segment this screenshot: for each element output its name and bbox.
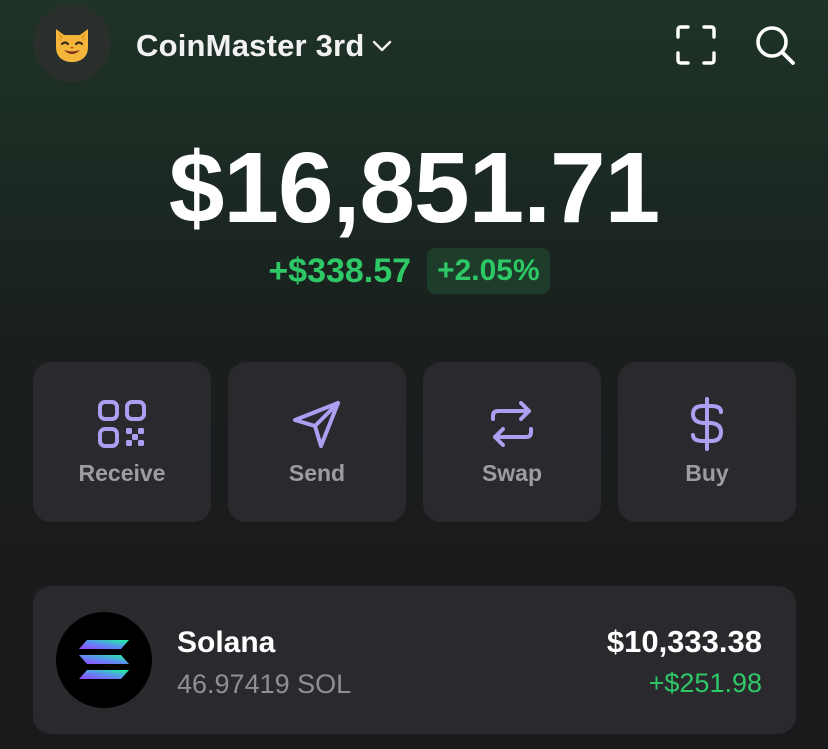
scan-frame-icon (676, 25, 716, 65)
search-button[interactable] (752, 22, 798, 68)
receive-label: Receive (78, 460, 166, 486)
token-row-solana[interactable]: Solana 46.97419 SOL $10,333.38 +$251.98 (33, 586, 796, 734)
token-change: +$251.98 (648, 668, 762, 698)
header: CoinMaster 3rd (0, 0, 828, 90)
balance-change: +$338.57 +2.05% (0, 248, 828, 294)
cat-face-icon (56, 29, 88, 62)
send-label: Send (288, 460, 346, 486)
send-button[interactable]: Send (228, 362, 406, 522)
action-buttons: Receive Send Swap Buy (33, 362, 796, 522)
token-value: $10,333.38 (606, 624, 762, 659)
buy-button[interactable]: Buy (618, 362, 796, 522)
account-name: CoinMaster 3rd (136, 28, 365, 63)
token-amount: 46.97419 SOL (177, 669, 352, 699)
swap-button[interactable]: Swap (423, 362, 601, 522)
scan-button[interactable] (673, 22, 719, 68)
total-balance: $16,851.71 (168, 132, 661, 244)
change-percent-badge: +2.05% (427, 248, 550, 294)
receive-button[interactable]: Receive (33, 362, 211, 522)
token-name: Solana (177, 626, 276, 659)
account-avatar[interactable] (33, 4, 111, 82)
paper-plane-icon (293, 401, 340, 448)
swap-label: Swap (481, 460, 543, 486)
account-switcher[interactable]: CoinMaster 3rd (136, 24, 394, 68)
chevron-down-icon (370, 34, 394, 58)
dollar-icon (691, 397, 723, 451)
swap-arrows-icon (491, 401, 533, 447)
qr-code-icon (98, 400, 146, 448)
buy-label: Buy (685, 460, 729, 486)
search-icon (756, 26, 795, 65)
solana-logo-icon (56, 612, 152, 708)
change-amount: +$338.57 (268, 251, 412, 290)
